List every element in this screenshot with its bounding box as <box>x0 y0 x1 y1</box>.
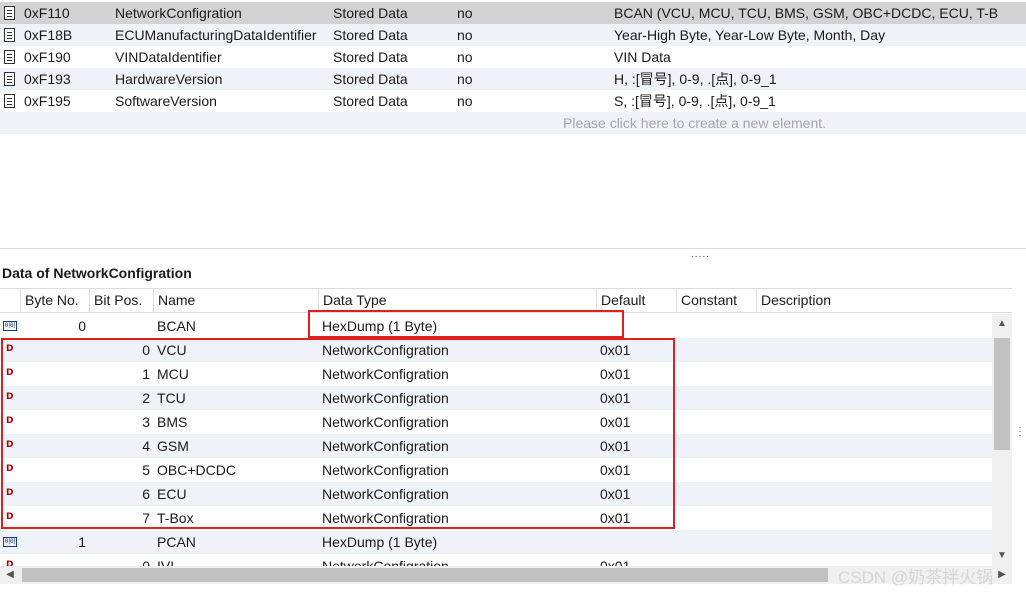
column-header-bit-pos[interactable]: Bit Pos. <box>89 289 154 313</box>
side-grip-icon[interactable]: · · · <box>1017 423 1023 441</box>
splitter-grip-icon[interactable]: ..... <box>691 250 710 260</box>
watermark: CSDN @奶茶拌火锅 <box>838 568 994 587</box>
document-icon <box>4 6 15 20</box>
table-row[interactable]: D 2 TCU NetworkConfigration 0x01 <box>0 386 992 410</box>
create-new-element-row[interactable]: Please click here to create a new elemen… <box>0 112 1026 134</box>
panel-splitter[interactable]: ..... <box>0 248 1026 262</box>
table-header: Byte No. Bit Pos. Name Data Type Default… <box>0 288 1012 313</box>
bit-data-icon: D <box>6 344 14 354</box>
document-icon <box>4 94 15 108</box>
bit-data-icon: D <box>6 416 14 426</box>
create-new-element-hint[interactable]: Please click here to create a new elemen… <box>563 115 826 131</box>
column-header-constant[interactable]: Constant <box>676 289 757 313</box>
vertical-scrollbar[interactable]: ▲ ▼ <box>992 314 1012 566</box>
scroll-up-icon[interactable]: ▲ <box>992 314 1012 334</box>
data-identifier-list: 0xF110 NetworkConfigration Stored Data n… <box>0 0 1026 248</box>
document-icon <box>4 50 15 64</box>
list-item[interactable]: 0xF110 NetworkConfigration Stored Data n… <box>0 2 1026 24</box>
table-row[interactable]: D 5 OBC+DCDC NetworkConfigration 0x01 <box>0 458 992 482</box>
column-header-default[interactable]: Default <box>596 289 677 313</box>
column-header-description[interactable]: Description <box>756 289 1012 313</box>
document-icon <box>4 28 15 42</box>
column-header-byte-no[interactable]: Byte No. <box>20 289 90 313</box>
table-row[interactable]: D 1 MCU NetworkConfigration 0x01 <box>0 362 992 386</box>
table-row[interactable]: D 7 T-Box NetworkConfigration 0x01 <box>0 506 992 530</box>
table-row[interactable]: 0|0| 0 BCAN HexDump (1 Byte) <box>0 314 992 338</box>
document-icon <box>4 72 15 86</box>
data-grid: 0|0| 0 BCAN HexDump (1 Byte) D 0 VCU Net… <box>0 314 992 566</box>
vertical-scroll-thumb[interactable] <box>994 338 1010 450</box>
list-item[interactable]: 0xF195 SoftwareVersion Stored Data no S,… <box>0 90 1026 112</box>
bit-data-icon: D <box>6 464 14 474</box>
bit-data-icon: D <box>6 392 14 402</box>
bit-data-icon: D <box>6 440 14 450</box>
table-row[interactable]: D 4 GSM NetworkConfigration 0x01 <box>0 434 992 458</box>
column-header-data-type[interactable]: Data Type <box>318 289 597 313</box>
list-item[interactable]: 0xF193 HardwareVersion Stored Data no H,… <box>0 68 1026 90</box>
horizontal-scroll-thumb[interactable] <box>22 568 828 582</box>
table-row[interactable]: D 0 VCU NetworkConfigration 0x01 <box>0 338 992 362</box>
table-row[interactable]: D 6 ECU NetworkConfigration 0x01 <box>0 482 992 506</box>
bit-data-icon: D <box>6 368 14 378</box>
column-header-name[interactable]: Name <box>153 289 319 313</box>
table-row[interactable]: D 3 BMS NetworkConfigration 0x01 <box>0 410 992 434</box>
scroll-right-icon[interactable]: ▶ <box>992 566 1012 584</box>
list-item[interactable]: 0xF190 VINDataIdentifier Stored Data no … <box>0 46 1026 68</box>
scroll-down-icon[interactable]: ▼ <box>992 546 1012 566</box>
list-item[interactable]: 0xF18B ECUManufacturingDataIdentifier St… <box>0 24 1026 46</box>
bit-data-icon: D <box>6 512 14 522</box>
table-row[interactable]: D 0 IVI NetworkConfigration 0x01 <box>0 554 992 566</box>
panel-title: Data of NetworkConfigration <box>2 265 192 281</box>
bit-data-icon: D <box>6 488 14 498</box>
scroll-left-icon[interactable]: ◀ <box>0 566 20 584</box>
table-row[interactable]: 0|0| 1 PCAN HexDump (1 Byte) <box>0 530 992 554</box>
